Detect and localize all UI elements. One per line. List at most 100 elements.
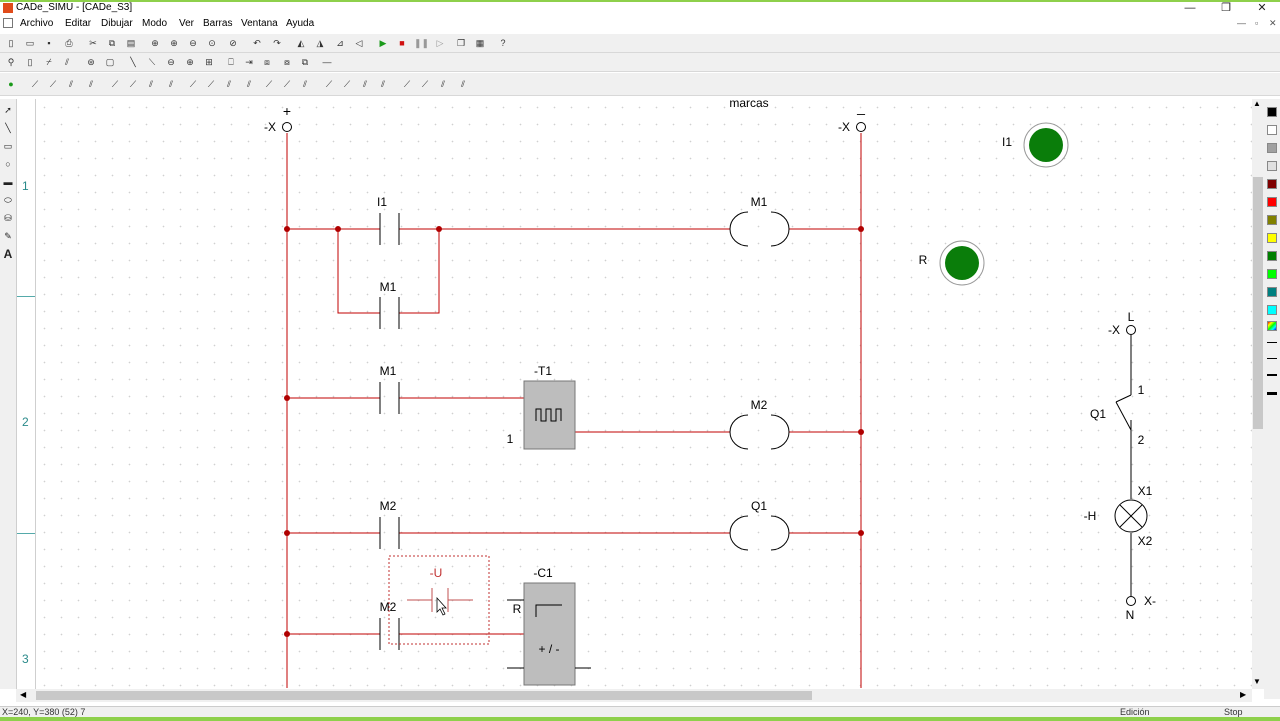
zoom-in-icon[interactable]: ⊕ [167,36,181,50]
windows-tile-icon[interactable]: ▦ [473,36,487,50]
contact-r-icon[interactable]: ⫽ [358,77,372,91]
contact-n-icon[interactable]: ⟋ [280,77,294,91]
contact-f-icon[interactable]: ⟋ [126,77,140,91]
counter-icon[interactable]: ⧇ [280,55,294,69]
color-swatch[interactable] [1267,125,1277,135]
timer-block[interactable] [523,380,576,450]
bus-icon[interactable]: ⧉ [298,55,312,69]
close-icon[interactable]: ✕ [1247,2,1277,16]
restore-icon[interactable]: ❐ [1211,2,1241,16]
horizontal-scrollbar[interactable]: ◀ ▶ [16,689,1252,702]
menu-ventana[interactable]: Ventana [241,18,278,29]
coil-m1[interactable] [729,211,790,247]
new-file-icon[interactable]: ▯ [4,36,18,50]
terminal-n[interactable] [1126,596,1136,606]
zoom-window-icon[interactable]: ⊕ [148,36,162,50]
mdi-close-icon[interactable]: ✕ [1269,18,1277,29]
contact-w-icon[interactable]: ⫽ [456,77,470,91]
cut-icon[interactable]: ✂ [86,36,100,50]
contact-v-icon[interactable]: ⫽ [436,77,450,91]
lamp-icon[interactable]: ⊕ [183,55,197,69]
pointer-icon[interactable]: ➚ [1,103,15,117]
flip-icon[interactable]: ◁ [352,36,366,50]
menu-ayuda[interactable]: Ayuda [286,18,314,29]
print-icon[interactable]: ⎙ [62,36,76,50]
stop-icon[interactable]: ■ [395,36,409,50]
contact-k-icon[interactable]: ⫽ [222,77,236,91]
motor-icon[interactable]: ⊛ [84,55,98,69]
color-swatch[interactable] [1267,179,1277,189]
color-swatch[interactable] [1267,287,1277,297]
undo-icon[interactable]: ↶ [250,36,264,50]
filled-rectangle-icon[interactable]: ▬ [1,175,15,189]
menu-modo[interactable]: Modo [142,18,167,29]
color-swatch[interactable] [1267,143,1277,153]
mdi-restore-icon[interactable]: ▫ [1255,18,1258,28]
open-folder-icon[interactable]: ▭ [23,36,37,50]
scroll-down-icon[interactable]: ▼ [1253,677,1261,686]
line-width-2[interactable] [1267,374,1277,376]
contact-c-icon[interactable]: ⫽ [64,77,78,91]
color-swatch[interactable] [1267,197,1277,207]
contact-m1-seal[interactable] [379,297,400,329]
ellipse-icon[interactable]: ⬭ [1,193,15,207]
copy-icon[interactable]: ⧉ [105,36,119,50]
document-icon[interactable] [3,18,13,28]
coil-icon[interactable]: ⊖ [164,55,178,69]
menu-ver[interactable]: Ver [179,18,194,29]
line-width-thin[interactable] [1267,342,1277,343]
indicator-r[interactable] [945,246,979,280]
mirror-icon[interactable]: ⊿ [333,36,347,50]
color-swatch[interactable] [1267,305,1277,315]
coil-m2[interactable] [729,414,790,450]
fuse-icon[interactable]: ▯ [23,55,37,69]
color-picker-icon[interactable] [1267,321,1277,331]
color-swatch[interactable] [1267,233,1277,243]
contact-b-icon[interactable]: ⟋ [46,77,60,91]
line-width-1[interactable] [1267,358,1277,359]
contact-j-icon[interactable]: ⟋ [204,77,218,91]
contact-s-icon[interactable]: ⫽ [376,77,390,91]
contact-e-icon[interactable]: ⟋ [108,77,122,91]
sensor-icon[interactable]: ⊞ [202,55,216,69]
scroll-right-icon[interactable]: ▶ [1240,690,1246,699]
relay-icon[interactable]: ▢ [103,55,117,69]
vertical-scroll-thumb[interactable] [1253,177,1263,429]
switch-icon[interactable]: ⌿ [42,55,56,69]
minimize-icon[interactable]: — [1175,2,1205,16]
contact-m2[interactable] [379,517,400,549]
timer-icon[interactable]: ⧈ [260,55,274,69]
connector-icon[interactable]: ⇥ [242,55,256,69]
scroll-up-icon[interactable]: ▲ [1253,99,1261,108]
counter-block[interactable] [523,582,576,686]
menu-dibujar[interactable]: Dibujar [101,18,133,29]
rotate-right-icon[interactable]: ◮ [313,36,327,50]
contact-a-icon[interactable]: ⟋ [28,77,42,91]
color-swatch[interactable] [1267,161,1277,171]
redo-icon[interactable]: ↷ [270,36,284,50]
contact-o-icon[interactable]: ⫽ [298,77,312,91]
ladder-diagram[interactable]: + _ -X -X marcas I1 M1 M1 M2 M2 M1 M2 Q1… [36,99,1252,689]
right-rail-terminal[interactable] [856,122,866,132]
contact-t-icon[interactable]: ⟋ [400,77,414,91]
left-rail-terminal[interactable] [282,122,292,132]
save-icon[interactable]: ▪ [42,36,56,50]
contact-g-icon[interactable]: ⫽ [144,77,158,91]
contact-i-icon[interactable]: ⟋ [186,77,200,91]
wire-icon[interactable]: — [320,55,334,69]
terminal-icon[interactable]: ⎕ [224,55,238,69]
contact-no-icon[interactable]: ╲ [126,55,140,69]
mdi-minimize-icon[interactable]: — [1237,18,1246,28]
zoom-out-icon[interactable]: ⊖ [186,36,200,50]
contact-u-icon[interactable]: ⟋ [418,77,432,91]
step-icon[interactable]: ▷ [433,36,447,50]
rectangle-icon[interactable]: ▭ [1,139,15,153]
contact-d-icon[interactable]: ⫽ [84,77,98,91]
circle-icon[interactable]: ○ [1,157,15,171]
contact-l-icon[interactable]: ⫽ [242,77,256,91]
zoom-all-icon[interactable]: ⊙ [205,36,219,50]
terminal-l[interactable] [1126,325,1136,335]
three-pole-switch-icon[interactable]: ⫽ [60,55,74,69]
zoom-previous-icon[interactable]: ⊘ [226,36,240,50]
coil-q1[interactable] [729,515,790,551]
